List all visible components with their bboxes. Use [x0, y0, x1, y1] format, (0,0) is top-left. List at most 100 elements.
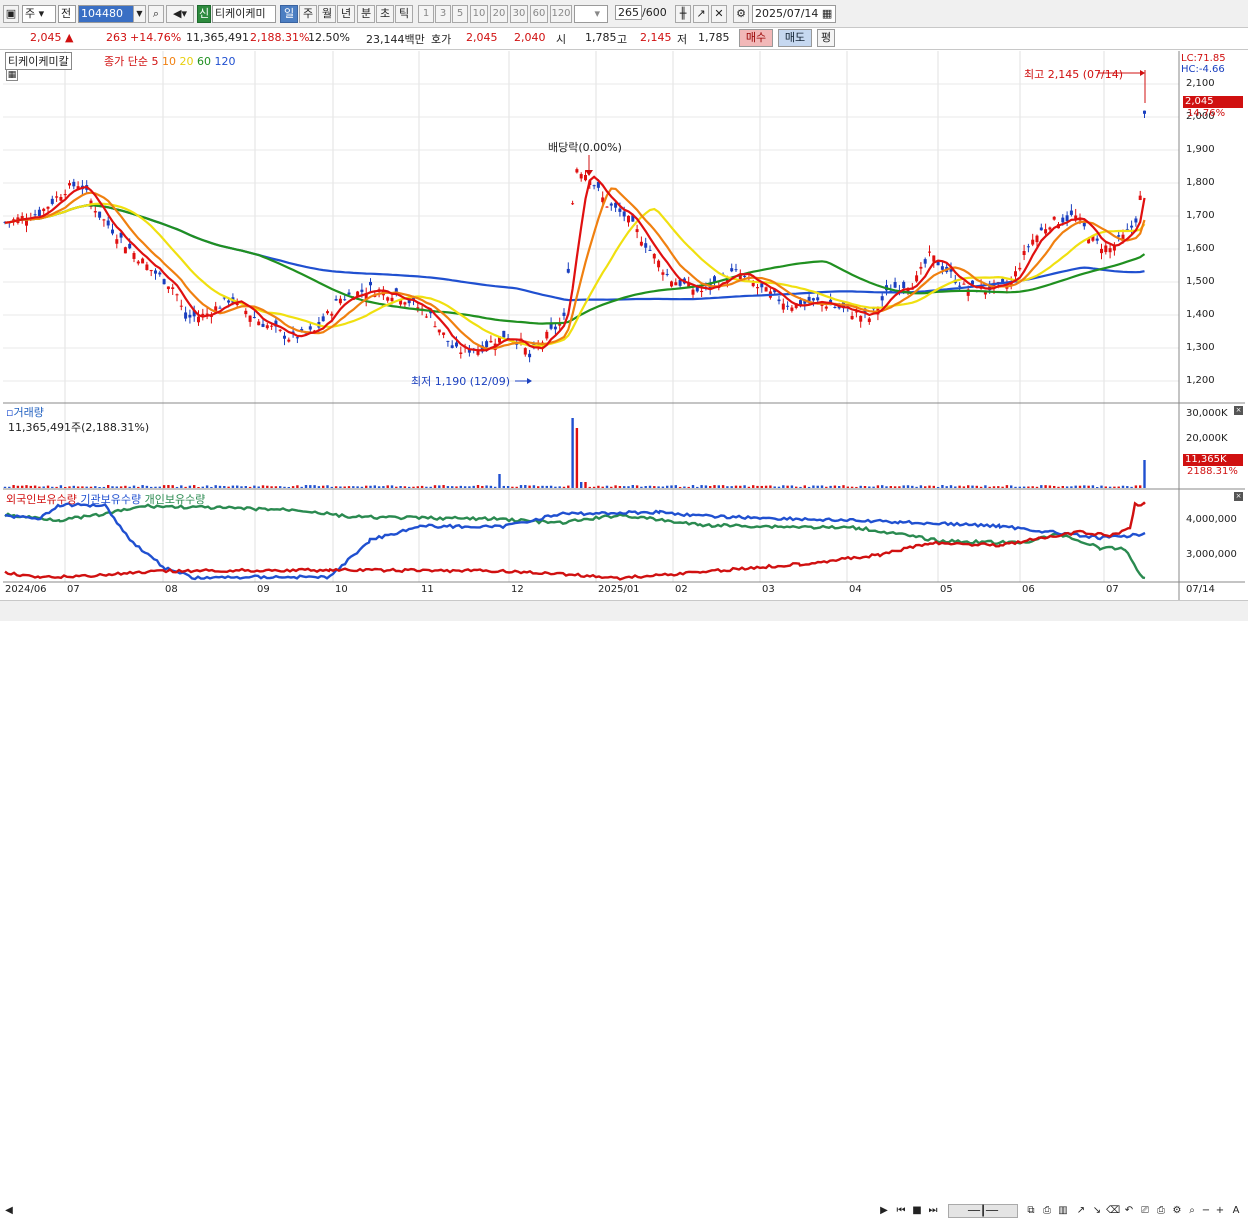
volume-bar — [545, 485, 548, 488]
volume-bar — [674, 485, 677, 488]
candle-body — [128, 243, 132, 249]
volume-bar — [489, 485, 493, 488]
volume-bar — [601, 486, 604, 488]
candle-body — [433, 326, 437, 328]
erase-icon[interactable]: ⌫ — [1106, 1204, 1120, 1218]
xaxis-label: 03 — [762, 584, 775, 595]
candle-body — [575, 169, 579, 173]
candle-body — [674, 282, 678, 286]
stock-chart[interactable] — [0, 0, 1248, 600]
save-icon[interactable]: ⎚ — [1138, 1204, 1152, 1218]
volume-bar — [463, 486, 467, 488]
candle-body — [777, 299, 781, 302]
zoom-out-icon[interactable]: − — [1200, 1204, 1212, 1218]
candle-body — [1039, 227, 1043, 231]
candle-body — [523, 348, 527, 355]
candle-body — [1108, 248, 1112, 253]
xaxis-label: 10 — [335, 584, 348, 595]
volume-bar — [468, 486, 471, 488]
candle-body — [1104, 245, 1108, 253]
candle-body — [257, 321, 261, 326]
zoom-in-icon[interactable]: + — [1214, 1204, 1226, 1218]
holdings-legend: 외국인보유수량 기관보유수량 개인보유수량 — [6, 491, 205, 507]
candle-body — [790, 307, 794, 311]
candle-body — [528, 353, 532, 358]
candle-body — [106, 220, 110, 226]
candle-body — [145, 264, 149, 270]
settings-icon[interactable]: ⚙ — [1170, 1204, 1184, 1218]
volume-bar — [171, 485, 174, 488]
volume-bar — [89, 486, 93, 488]
volume-bar — [107, 485, 110, 488]
volume-bar — [98, 486, 101, 488]
volume-bar — [795, 486, 798, 488]
close-icon[interactable]: × — [1234, 492, 1243, 501]
candle-body — [403, 302, 407, 305]
scroll-left-icon[interactable]: ◀ — [3, 1204, 15, 1218]
volume-bar — [1113, 486, 1116, 488]
volume-bar — [713, 485, 716, 488]
volume-bar — [330, 486, 333, 488]
candle-body — [867, 318, 871, 323]
price-ytick: 2,100 — [1186, 78, 1215, 89]
volume-bar — [8, 486, 11, 488]
volume-bar — [829, 485, 832, 488]
volume-bar — [240, 486, 243, 488]
forward-icon[interactable]: ⏭ — [926, 1204, 940, 1218]
volume-bar — [64, 486, 67, 488]
volume-bar — [631, 485, 634, 488]
zoom-icon[interactable]: ⌕ — [1186, 1204, 1198, 1218]
volume-bar — [1001, 486, 1004, 488]
candle-body — [1022, 251, 1026, 256]
volume-bar — [678, 486, 682, 488]
stop-icon[interactable]: ■ — [910, 1204, 924, 1218]
volume-bar — [339, 486, 342, 488]
trend-icon[interactable]: ↗ — [1074, 1204, 1088, 1218]
volume-bar — [984, 485, 987, 488]
volume-bar — [842, 485, 845, 488]
volume-bar — [941, 485, 944, 488]
volume-bar — [756, 485, 759, 488]
chart-icon[interactable]: ▥ — [1056, 1204, 1070, 1218]
candle-body — [59, 196, 63, 201]
print-icon[interactable]: ⎙ — [1040, 1204, 1054, 1218]
ma-legend: 종가 단순 5 10 20 60 120 — [104, 53, 235, 69]
volume-bar — [188, 485, 192, 488]
trend-icon[interactable]: ↘ — [1090, 1204, 1104, 1218]
candle-body — [1061, 217, 1065, 223]
font-icon[interactable]: A — [1230, 1204, 1242, 1218]
volume-bar — [838, 486, 841, 488]
scroll-right-icon[interactable]: ▶ — [878, 1204, 890, 1218]
volume-bar — [485, 485, 488, 488]
volume-bar — [382, 486, 385, 488]
volume-bar — [640, 486, 643, 488]
volume-bar — [885, 486, 888, 488]
volume-bar — [584, 482, 587, 488]
candle-body — [958, 285, 962, 287]
candle-body — [98, 211, 102, 218]
hc-label: HC:-4.66 — [1181, 64, 1225, 75]
candle-body — [37, 209, 41, 217]
undo-icon[interactable]: ↶ — [1122, 1204, 1136, 1218]
close-icon[interactable]: × — [1234, 406, 1243, 415]
volume-bar — [313, 485, 316, 488]
candle-body — [661, 272, 665, 275]
volume-bar — [261, 485, 265, 488]
rewind-icon[interactable]: ⏮ — [894, 1204, 908, 1218]
scroll-bar[interactable]: ◀ ▶ ⏮ ■ ⏭ ──┃── ⧉ ⎙ ▥ ↗ ↘ ⌫ ↶ ⎚ ⎙ ⚙ ⌕ − … — [0, 600, 1248, 1218]
volume-bar — [102, 486, 106, 488]
candle-body — [227, 300, 231, 303]
volume-bar — [158, 486, 161, 488]
zoom-slider[interactable]: ──┃── — [948, 1204, 1018, 1218]
candle-body — [1069, 210, 1073, 215]
volume-bar — [975, 485, 978, 488]
copy-icon[interactable]: ⧉ — [1024, 1204, 1038, 1218]
chart-title[interactable]: 티케이케미칼 — [5, 52, 72, 70]
volume-value: 11,365,491주(2,188.31%) — [8, 421, 150, 434]
candle-body — [42, 208, 46, 212]
volume-bar — [446, 486, 450, 488]
candle-body — [166, 286, 170, 290]
print-icon[interactable]: ⎙ — [1154, 1204, 1168, 1218]
table-icon[interactable]: ▦ — [6, 69, 18, 81]
volume-bar — [635, 485, 639, 488]
